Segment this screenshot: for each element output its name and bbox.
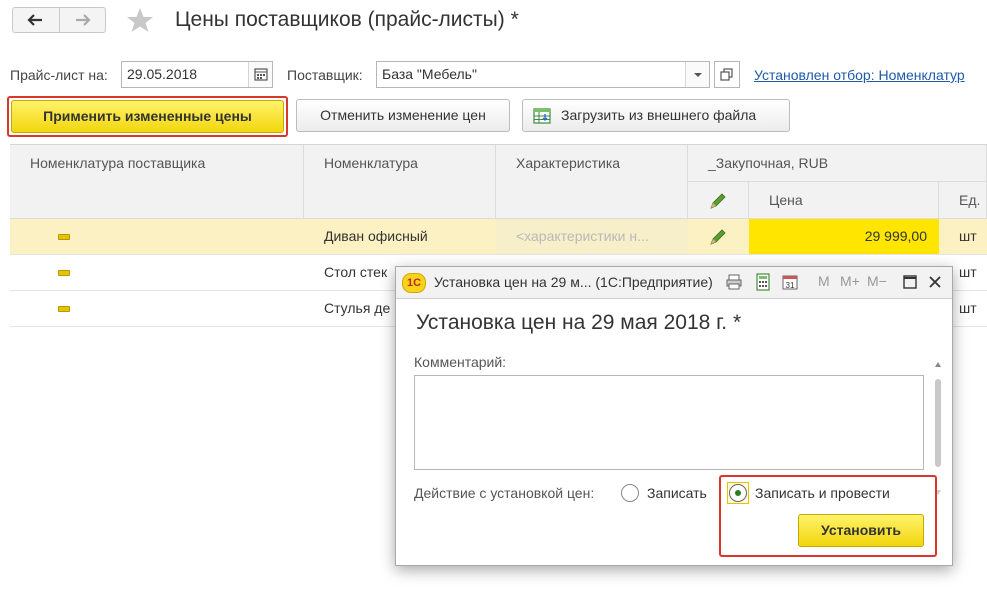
cell-unit: шт: [959, 228, 977, 244]
item-marker-icon: [58, 270, 70, 276]
supplier-dropdown-button[interactable]: [685, 62, 709, 87]
install-button[interactable]: Установить: [798, 514, 924, 547]
item-marker-icon: [58, 234, 70, 240]
radio-write-post[interactable]: [729, 484, 747, 502]
memory-plus-button[interactable]: M+: [840, 273, 860, 289]
cell-unit: шт: [959, 264, 977, 280]
arrow-left-icon: [27, 14, 42, 26]
col-price[interactable]: Цена: [749, 182, 939, 219]
maximize-icon[interactable]: [902, 274, 918, 290]
supplier-label: Поставщик:: [287, 67, 363, 83]
col-group-purchase: _Закупочная, RUB: [688, 145, 987, 182]
star-icon[interactable]: [125, 6, 155, 34]
calendar-icon[interactable]: 31: [781, 273, 799, 291]
price-setting-dialog: 1С Установка цен на 29 м... (1С:Предприя…: [395, 266, 953, 566]
memory-minus-button[interactable]: M−: [867, 273, 887, 289]
page-title: Цены поставщиков (прайс-листы) *: [175, 8, 519, 31]
table-row[interactable]: Диван офисный <характеристики н... 29 99…: [10, 219, 987, 255]
calendar-number: 31: [786, 281, 795, 290]
dialog-heading: Установка цен на 29 мая 2018 г. *: [416, 311, 742, 334]
memory-button[interactable]: M: [818, 273, 830, 289]
open-window-icon: [720, 68, 733, 81]
cell-price[interactable]: 29 999,00: [749, 219, 939, 254]
close-icon[interactable]: [927, 274, 943, 290]
radio-write-label[interactable]: Записать: [647, 485, 707, 501]
pricelist-date-value: 29.05.2018: [127, 66, 198, 82]
calculator-icon[interactable]: [754, 273, 772, 291]
col-edit: [688, 182, 749, 219]
dialog-title: Установка цен на 29 м... (1С:Предприятие…: [434, 274, 713, 290]
pencil-icon[interactable]: [708, 227, 728, 247]
radio-write[interactable]: [621, 484, 639, 502]
supplier-value: База "Мебель": [382, 66, 477, 82]
comment-label: Комментарий:: [414, 354, 507, 370]
comment-field[interactable]: [414, 375, 924, 470]
col-item[interactable]: Номенклатура: [304, 145, 496, 219]
cell-unit: шт: [959, 300, 977, 316]
arrow-right-icon: [76, 14, 91, 26]
scroll-up-icon[interactable]: [933, 359, 943, 369]
filter-link[interactable]: Установлен отбор: Номенклатур: [754, 67, 965, 83]
cancel-prices-button[interactable]: Отменить изменение цен: [296, 99, 510, 132]
action-label: Действие с установкой цен:: [414, 485, 595, 501]
scrollbar-thumb[interactable]: [935, 379, 941, 467]
back-button[interactable]: [13, 8, 59, 32]
calendar-button[interactable]: [248, 62, 272, 87]
nav-buttons: [12, 7, 106, 33]
forward-button[interactable]: [60, 8, 106, 32]
load-file-label: Загрузить из внешнего файла: [561, 107, 757, 123]
app-logo-icon: 1С: [402, 273, 426, 293]
apply-prices-button[interactable]: Применить измененные цены: [11, 100, 284, 133]
cell-item: Стулья де: [324, 300, 391, 316]
load-file-button[interactable]: Загрузить из внешнего файла: [522, 99, 790, 132]
supplier-field[interactable]: База "Мебель": [376, 61, 710, 88]
print-icon[interactable]: [725, 273, 743, 291]
open-supplier-button[interactable]: [714, 61, 740, 88]
dialog-titlebar: 1С Установка цен на 29 м... (1С:Предприя…: [396, 267, 952, 299]
pricelist-date-label: Прайс-лист на:: [10, 67, 108, 83]
calendar-icon: [254, 68, 268, 81]
pencil-icon: [710, 193, 726, 209]
col-unit[interactable]: Ед.: [939, 182, 987, 219]
cell-item: Стол стек: [324, 264, 388, 280]
col-supplier-item[interactable]: Номенклатура поставщика: [10, 145, 304, 219]
chevron-down-icon: [694, 73, 702, 77]
pricelist-date-field[interactable]: 29.05.2018: [121, 61, 273, 88]
radio-focus-frame: [727, 482, 749, 504]
cell-item: Диван офисный: [324, 228, 428, 244]
item-marker-icon: [58, 306, 70, 312]
radio-write-post-label[interactable]: Записать и провести: [755, 485, 890, 501]
col-characteristic[interactable]: Характеристика: [496, 145, 688, 219]
spreadsheet-import-icon: [533, 108, 551, 124]
cell-characteristic[interactable]: <характеристики н...: [496, 219, 688, 254]
